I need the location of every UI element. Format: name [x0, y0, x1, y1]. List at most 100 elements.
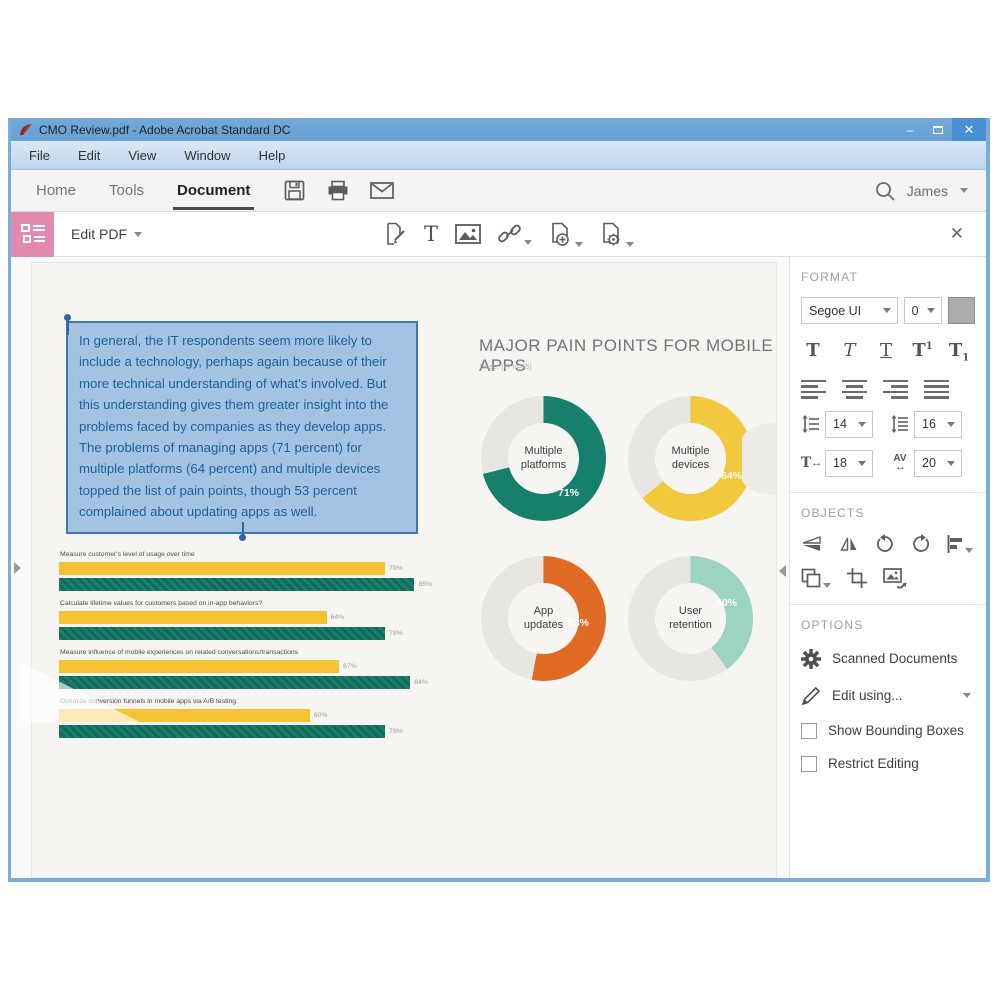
- chevron-down-icon: [883, 308, 891, 313]
- document-area: In general, the IT respondents seem more…: [11, 257, 789, 878]
- arrange-button[interactable]: [801, 568, 831, 588]
- donut-chart[interactable]: 64% Multiple devices: [628, 396, 753, 521]
- subscript-button[interactable]: T1: [947, 340, 971, 364]
- bar-percent-label: 64%: [331, 614, 345, 621]
- align-right-button[interactable]: [883, 380, 908, 399]
- font-size-select[interactable]: 0: [904, 297, 943, 324]
- donut-chart[interactable]: 71% Multiple platforms: [481, 396, 606, 521]
- bar-question-label: Calculate lifetime values for customers …: [60, 600, 427, 609]
- menu-item[interactable]: View: [128, 148, 156, 163]
- donut-percent-label: 71%: [558, 487, 579, 499]
- align-center-button[interactable]: [842, 380, 867, 399]
- chevron-down-icon[interactable]: [963, 693, 971, 698]
- align-left-button[interactable]: [801, 380, 826, 399]
- chevron-down-icon: [626, 242, 634, 247]
- email-icon: [370, 182, 394, 199]
- rotate-cw-button[interactable]: [911, 534, 931, 554]
- restrict-editing-checkbox[interactable]: [801, 756, 817, 772]
- rotate-ccw-button[interactable]: [875, 534, 895, 554]
- underline-button[interactable]: T: [874, 340, 898, 364]
- chevron-down-icon: [823, 583, 831, 588]
- font-family-select[interactable]: Segoe UI: [801, 297, 898, 324]
- search-button[interactable]: [875, 181, 895, 201]
- show-bounding-boxes-option[interactable]: Show Bounding Boxes: [801, 723, 975, 739]
- arrange-icon: [801, 568, 821, 588]
- donut-center-label: Multiple platforms: [508, 423, 579, 494]
- collapse-right-panel-arrow[interactable]: [779, 565, 786, 577]
- font-color-swatch[interactable]: [948, 297, 975, 324]
- align-objects-button[interactable]: [947, 535, 973, 553]
- donut-percent-label: 64%: [721, 470, 742, 482]
- tab-document[interactable]: Document: [177, 170, 250, 212]
- minimize-button[interactable]: –: [896, 118, 924, 141]
- tab-tools[interactable]: Tools: [109, 170, 144, 212]
- selected-text-block[interactable]: In general, the IT respondents seem more…: [66, 321, 418, 534]
- donut-chart[interactable]: 40% User retention: [628, 556, 753, 681]
- close-tool-button[interactable]: ✕: [950, 224, 964, 244]
- add-page-button[interactable]: [549, 222, 583, 247]
- menu-item[interactable]: Help: [259, 148, 286, 163]
- flip-horizontal-button[interactable]: [839, 534, 859, 554]
- page-watermark-shape: [22, 663, 142, 723]
- link-button[interactable]: [498, 223, 532, 245]
- rotate-counterclockwise-icon: [875, 534, 895, 554]
- line-spacing-select[interactable]: 14: [825, 411, 873, 438]
- bold-button[interactable]: T: [801, 340, 825, 364]
- chevron-down-icon: [858, 422, 866, 427]
- menu-item[interactable]: File: [29, 148, 50, 163]
- bar-chart-row: Measure customer's level of usage over t…: [59, 551, 427, 591]
- tab-home[interactable]: Home: [36, 170, 76, 212]
- bar-yellow: 64%: [59, 611, 327, 624]
- show-bounding-boxes-checkbox[interactable]: [801, 723, 817, 739]
- kerning-icon: AV↔: [890, 453, 910, 473]
- format-header: FORMAT: [801, 270, 975, 284]
- save-button[interactable]: [282, 179, 306, 203]
- close-button[interactable]: ✕: [952, 118, 986, 141]
- bar-green: 78%: [59, 627, 385, 640]
- menu-item[interactable]: Window: [184, 148, 230, 163]
- paragraph-spacing-select[interactable]: 16: [914, 411, 962, 438]
- paragraph-text: In general, the IT respondents seem more…: [79, 330, 405, 523]
- title-bar[interactable]: CMO Review.pdf - Adobe Acrobat Standard …: [11, 118, 986, 141]
- pdf-page[interactable]: In general, the IT respondents seem more…: [31, 262, 777, 878]
- edit-text-button[interactable]: [383, 222, 407, 246]
- edit-pdf-tool-icon[interactable]: [11, 212, 54, 257]
- align-justify-button[interactable]: [924, 380, 949, 399]
- horizontal-scale-select[interactable]: 18: [825, 450, 873, 477]
- crop-button[interactable]: [847, 568, 867, 588]
- chevron-down-icon[interactable]: [960, 188, 968, 193]
- page-settings-button[interactable]: [600, 222, 634, 247]
- flip-horizontal-icon: [839, 534, 859, 554]
- bar-question-label: Measure customer's level of usage over t…: [60, 551, 427, 560]
- flip-vertical-button[interactable]: [801, 534, 823, 554]
- print-button[interactable]: [326, 179, 350, 203]
- menu-item[interactable]: Edit: [78, 148, 100, 163]
- restrict-editing-option[interactable]: Restrict Editing: [801, 756, 975, 772]
- window-title: CMO Review.pdf - Adobe Acrobat Standard …: [39, 123, 290, 137]
- email-button[interactable]: [370, 179, 394, 203]
- maximize-button[interactable]: [924, 118, 952, 141]
- bar-percent-label: 60%: [314, 712, 328, 719]
- donut-chart-grid[interactable]: 71% Multiple platforms 64% Multiple devi…: [481, 396, 753, 681]
- expand-left-panel-arrow[interactable]: [14, 562, 21, 574]
- replace-image-button[interactable]: [883, 568, 907, 589]
- scanned-documents-option[interactable]: Scanned Documents: [801, 649, 975, 669]
- print-icon: [327, 180, 349, 201]
- maximize-icon: [933, 126, 943, 134]
- add-image-button[interactable]: [455, 224, 481, 244]
- donut-center-label: User retention: [655, 583, 726, 654]
- donut-chart[interactable]: 53% App updates: [481, 556, 606, 681]
- chevron-down-icon: [965, 548, 973, 553]
- kerning-select[interactable]: 20: [914, 450, 962, 477]
- superscript-button[interactable]: T1: [911, 340, 935, 364]
- user-menu[interactable]: James: [907, 183, 948, 199]
- acrobat-window: CMO Review.pdf - Adobe Acrobat Standard …: [8, 118, 990, 882]
- edit-page-icon: [383, 222, 407, 246]
- italic-button[interactable]: T: [838, 340, 862, 364]
- edit-pdf-label[interactable]: Edit PDF: [71, 226, 142, 242]
- flip-vertical-icon: [801, 534, 823, 554]
- edit-using-option[interactable]: Edit using...: [801, 686, 975, 706]
- bar-percent-label: 78%: [389, 565, 403, 572]
- add-text-button[interactable]: T: [424, 224, 438, 244]
- bar-percent-label: 78%: [389, 630, 403, 637]
